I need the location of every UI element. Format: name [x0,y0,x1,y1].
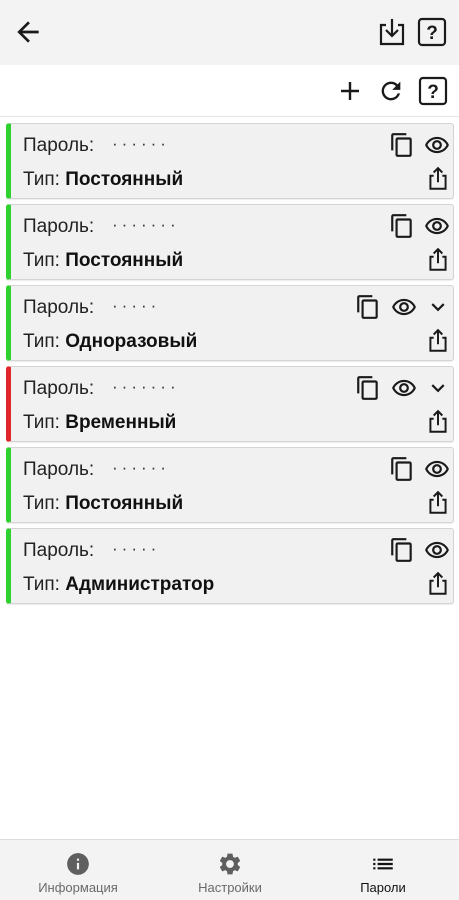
copy-icon[interactable] [389,537,415,563]
share-icon[interactable] [425,166,451,192]
password-list: Пароль: ······ Тип: Постоянный Пароль: ·… [0,123,459,609]
password-label: Пароль: [23,540,95,561]
toolbar: ? [0,65,459,117]
password-card[interactable]: Пароль: ······· Тип: Постоянный [6,204,454,280]
password-label: Пароль: [23,216,95,237]
help-icon[interactable]: ? [418,76,448,106]
password-type-value: Постоянный [65,250,184,271]
eye-icon[interactable] [424,213,450,239]
nav-item-info[interactable]: Информация [23,840,133,900]
refresh-icon[interactable] [377,77,405,105]
eye-icon[interactable] [424,537,450,563]
password-type-value: Одноразовый [65,331,198,352]
nav-label-settings: Настройки [198,880,262,895]
password-label: Пароль: [23,459,95,480]
share-icon[interactable] [425,490,451,516]
password-type: Тип: Администратор [23,574,215,595]
password-masked-value: ······· [112,215,180,234]
nav-item-passwords[interactable]: Пароли [328,840,438,900]
share-icon[interactable] [425,328,451,354]
svg-text:?: ? [426,23,438,44]
password-card[interactable]: Пароль: ······· Тип: Временный [6,366,454,442]
password-type: Тип: Постоянный [23,169,184,190]
password-type-value: Постоянный [65,493,184,514]
copy-icon[interactable] [355,294,381,320]
password-label: Пароль: [23,378,95,399]
share-icon[interactable] [425,247,451,273]
gear-icon [217,851,243,877]
back-arrow-icon[interactable] [12,16,44,48]
copy-icon[interactable] [389,132,415,158]
password-label: Пароль: [23,297,95,318]
app-bar: ? [0,0,459,65]
password-type: Тип: Постоянный [23,493,184,514]
copy-icon[interactable] [355,375,381,401]
password-masked-value: ······ [112,134,170,153]
eye-icon[interactable] [391,294,417,320]
copy-icon[interactable] [389,213,415,239]
svg-text:?: ? [427,82,439,103]
password-type: Тип: Временный [23,412,177,433]
chevron-down-icon[interactable] [425,294,451,320]
password-card[interactable]: Пароль: ······ Тип: Постоянный [6,123,454,199]
chevron-down-icon[interactable] [425,375,451,401]
eye-icon[interactable] [391,375,417,401]
password-type-value: Временный [65,412,177,433]
nav-item-settings[interactable]: Настройки [175,840,285,900]
nav-label-passwords: Пароли [360,880,406,895]
password-card[interactable]: Пароль: ······ Тип: Постоянный [6,447,454,523]
password-type-value: Постоянный [65,169,184,190]
help-icon[interactable]: ? [417,17,447,47]
list-icon [370,851,396,877]
password-label: Пароль: [23,135,95,156]
password-masked-value: ······· [112,377,180,396]
eye-icon[interactable] [424,456,450,482]
copy-icon[interactable] [389,456,415,482]
nav-label-info: Информация [38,880,118,895]
share-icon[interactable] [425,409,451,435]
password-card[interactable]: Пароль: ····· Тип: Администратор [6,528,454,604]
info-icon [65,851,91,877]
add-icon[interactable] [336,77,364,105]
password-type: Тип: Постоянный [23,250,184,271]
share-icon[interactable] [425,571,451,597]
password-type: Тип: Одноразовый [23,331,198,352]
eye-icon[interactable] [424,132,450,158]
bottom-navigation: Информация Настройки Пароли [0,839,459,900]
password-masked-value: ······ [112,458,170,477]
password-masked-value: ····· [112,296,161,315]
password-masked-value: ····· [112,539,161,558]
download-icon[interactable] [376,16,408,48]
password-card[interactable]: Пароль: ····· Тип: Одноразовый [6,285,454,361]
password-type-value: Администратор [65,574,215,595]
